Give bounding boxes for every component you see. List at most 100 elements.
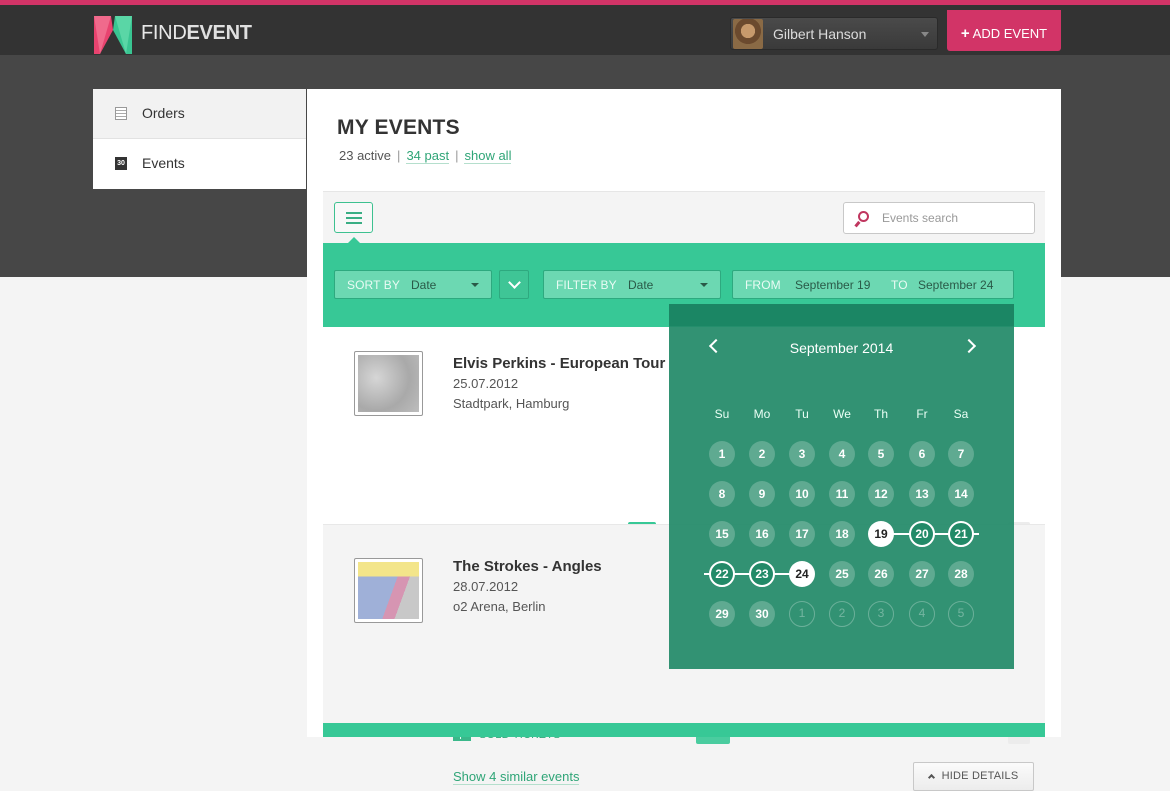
weekday-label: Th: [873, 407, 888, 421]
calendar-day[interactable]: 25: [829, 561, 855, 587]
brand-bold: EVENT: [186, 22, 252, 44]
page-title: MY EVENTS: [337, 116, 460, 139]
to-date[interactable]: September 24: [918, 278, 993, 292]
past-events-link[interactable]: 34 past: [406, 148, 450, 164]
calendar-day[interactable]: 1: [709, 441, 735, 467]
calendar-day-next-month[interactable]: 4: [909, 601, 935, 627]
event-date: 25.07.2012: [453, 376, 519, 391]
sidebar-item-label: Events: [142, 155, 185, 171]
search-input[interactable]: [882, 209, 1027, 227]
event-place: Stadtpark, Hamburg: [453, 396, 570, 411]
calendar-day[interactable]: 12: [868, 481, 894, 507]
calendar-day[interactable]: 16: [749, 521, 775, 547]
event-title[interactable]: The Strokes - Angles: [453, 558, 602, 575]
sidebar-item-orders[interactable]: Orders: [93, 89, 306, 139]
sort-by-select[interactable]: SORT BY Date: [334, 270, 492, 299]
caret-down-icon: [471, 283, 479, 287]
calendar-day[interactable]: 4: [829, 441, 855, 467]
calendar-day[interactable]: 13: [909, 481, 935, 507]
calendar-day[interactable]: 26: [868, 561, 894, 587]
details-button-label: HIDE DETAILS: [941, 770, 1019, 782]
calendar-day[interactable]: 9: [749, 481, 775, 507]
event-title[interactable]: Elvis Perkins - European Tour: [453, 355, 665, 372]
calendar-day[interactable]: 28: [948, 561, 974, 587]
calendar-day-next-month[interactable]: 2: [829, 601, 855, 627]
calendar-day[interactable]: 24: [789, 561, 815, 587]
sidebar: Orders 30 Events: [93, 89, 306, 189]
event-image: [358, 355, 419, 412]
list-view-button[interactable]: [334, 202, 373, 233]
calendar-month-label: September 2014: [789, 340, 894, 356]
calendar-day[interactable]: 14: [948, 481, 974, 507]
calendar-day[interactable]: 10: [789, 481, 815, 507]
calendar-day[interactable]: 21: [948, 521, 974, 547]
weekday-label: Fr: [916, 407, 928, 421]
calendar-day[interactable]: 5: [868, 441, 894, 467]
weekday-label: We: [833, 407, 851, 421]
plus-icon: +: [960, 25, 970, 42]
user-name: Gilbert Hanson: [773, 26, 867, 42]
calendar-day[interactable]: 8: [709, 481, 735, 507]
similar-events-link[interactable]: Show 4 similar events: [453, 769, 580, 785]
events-search[interactable]: [843, 202, 1035, 234]
user-menu-dropdown[interactable]: Gilbert Hanson: [730, 17, 938, 50]
calendar-day[interactable]: 6: [909, 441, 935, 467]
brand-light: FIND: [141, 22, 187, 44]
hide-details-button[interactable]: HIDE DETAILS: [913, 762, 1034, 791]
event-image: [358, 562, 419, 619]
hamburger-icon: [346, 222, 362, 224]
weekday-label: Sa: [953, 407, 969, 421]
calendar-day-next-month[interactable]: 3: [868, 601, 894, 627]
calendar-day[interactable]: 23: [749, 561, 775, 587]
avatar: [733, 19, 763, 49]
weekday-label: Mo: [753, 407, 771, 421]
filter-by-select[interactable]: FILTER BY Date: [543, 270, 721, 299]
filter-bar-notch: [348, 237, 360, 243]
separator: |: [397, 148, 401, 163]
from-label: FROM: [745, 278, 781, 292]
calendar-day[interactable]: 27: [909, 561, 935, 587]
add-event-button[interactable]: + ADD EVENT: [947, 10, 1061, 51]
calendar-day[interactable]: 30: [749, 601, 775, 627]
hamburger-icon: [346, 212, 362, 214]
calendar-day-next-month[interactable]: 1: [789, 601, 815, 627]
calendar-header-strip: [669, 304, 1014, 326]
separator: |: [455, 148, 459, 163]
event-thumbnail[interactable]: [354, 351, 423, 416]
calendar-day[interactable]: 29: [709, 601, 735, 627]
calendar-day[interactable]: 20: [909, 521, 935, 547]
calendar-day[interactable]: 17: [789, 521, 815, 547]
calendar-day[interactable]: 19: [868, 521, 894, 547]
sort-by-value: Date: [411, 278, 437, 292]
weekday-label: Su: [714, 407, 730, 421]
chevron-down-icon: [921, 32, 929, 37]
calendar-day[interactable]: 3: [789, 441, 815, 467]
calendar-day-next-month[interactable]: 5: [948, 601, 974, 627]
active-count: 23 active: [339, 148, 392, 163]
from-date[interactable]: September 19: [795, 278, 870, 292]
top-navbar: FINDEVENT Gilbert Hanson + ADD EVENT: [0, 5, 1170, 55]
show-all-link[interactable]: show all: [464, 148, 512, 164]
next-section-bar: [323, 723, 1045, 737]
calendar-day[interactable]: 18: [829, 521, 855, 547]
calendar-day[interactable]: 15: [709, 521, 735, 547]
list-icon: [115, 107, 127, 120]
findevent-logo-icon[interactable]: [94, 16, 132, 54]
brand-name[interactable]: FINDEVENT: [141, 22, 252, 45]
sidebar-item-label: Orders: [142, 105, 185, 121]
calendar-day[interactable]: 22: [709, 561, 735, 587]
calendar-day[interactable]: 7: [948, 441, 974, 467]
event-thumbnail[interactable]: [354, 558, 423, 623]
caret-down-icon: [700, 283, 708, 287]
events-toolbar: [323, 191, 1045, 243]
hamburger-icon: [346, 217, 362, 219]
date-picker-popup: September 2014 Su Mo Tu We Th Fr Sa 1 2 3 4 5 6 7 8 9 10…: [669, 304, 1014, 669]
calendar-day[interactable]: 2: [749, 441, 775, 467]
filter-by-label: FILTER BY: [556, 278, 617, 292]
date-range-picker[interactable]: FROM September 19 TO September 24: [732, 270, 1014, 299]
sidebar-item-events[interactable]: 30 Events: [93, 139, 306, 189]
sort-direction-button[interactable]: [499, 270, 529, 299]
calendar-day[interactable]: 11: [829, 481, 855, 507]
event-date: 28.07.2012: [453, 579, 519, 594]
chevron-up-icon: [927, 773, 935, 782]
